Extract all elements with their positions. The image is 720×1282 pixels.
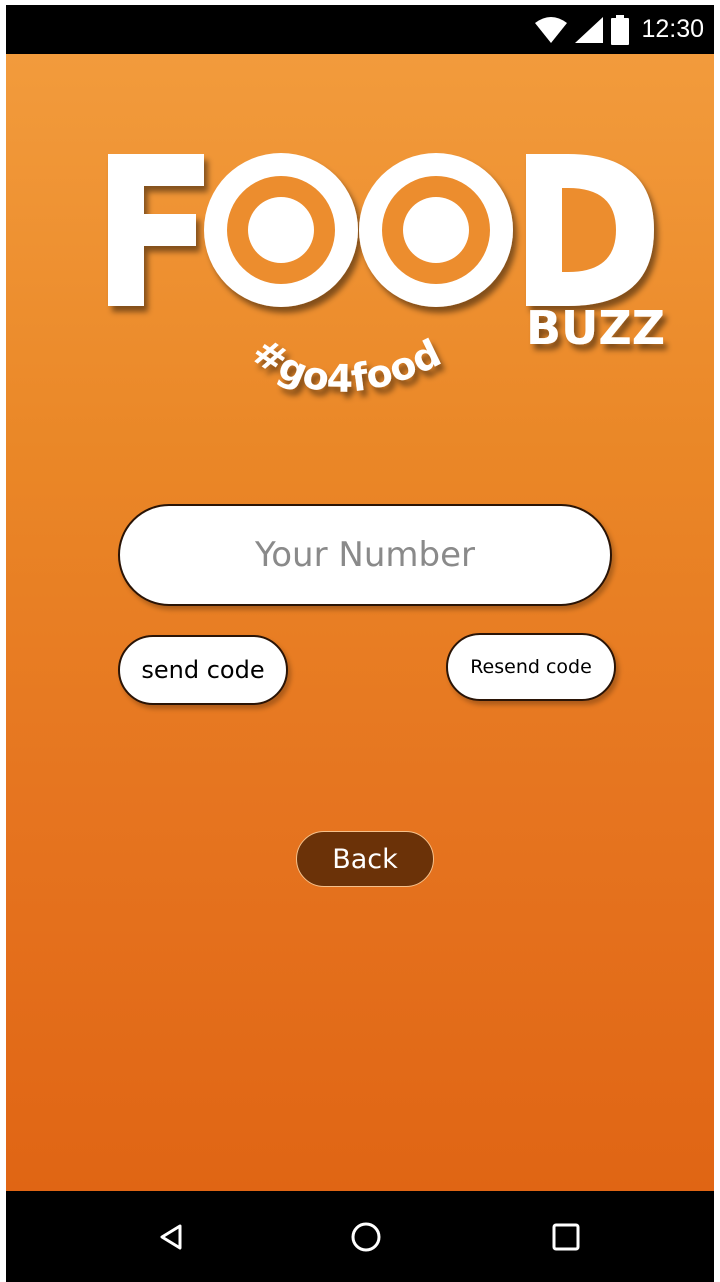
home-circle-icon [351, 1222, 381, 1251]
signal-icon [575, 16, 604, 43]
nav-back-button[interactable] [121, 1191, 221, 1282]
phone-number-input[interactable] [118, 504, 612, 606]
back-triangle-icon [160, 1224, 182, 1249]
navigation-bar [6, 1191, 714, 1282]
status-bar: 12:30 [6, 5, 714, 54]
recents-square-icon [552, 1223, 580, 1250]
device-frame: 12:30 BUZZ #go4food Your Number send cod… [6, 5, 714, 1282]
wifi-icon [535, 16, 568, 43]
status-icons: 12:30 [535, 5, 704, 54]
app-screen: BUZZ #go4food send code Resend code Back [6, 54, 714, 1191]
food-buzz-logo: BUZZ #go4food [108, 153, 665, 401]
resend-code-button[interactable]: Resend code [446, 633, 616, 701]
nav-home-button[interactable] [316, 1191, 416, 1282]
logo-wordmark: BUZZ #go4food [108, 153, 665, 401]
logo-sub: BUZZ [526, 301, 665, 355]
send-code-button[interactable]: send code [118, 635, 288, 705]
logo-tagline: #go4food [244, 329, 447, 401]
nav-recents-button[interactable] [516, 1191, 616, 1282]
back-button[interactable]: Back [296, 831, 434, 887]
status-time: 12:30 [641, 15, 704, 43]
battery-icon [611, 14, 630, 45]
